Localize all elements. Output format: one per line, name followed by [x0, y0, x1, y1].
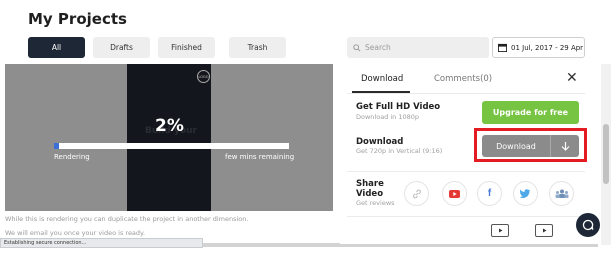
search-placeholder: Search	[365, 43, 391, 52]
render-progress-fill	[54, 143, 59, 149]
tab-finished[interactable]: Finished	[158, 37, 215, 58]
render-progress-bar	[54, 143, 289, 149]
download-button[interactable]: Download	[482, 135, 579, 157]
search-icon	[353, 43, 361, 52]
browser-status-bar: Establishing secure connection...	[0, 238, 203, 248]
video-preview: LOGO Build your 2% Rendering few mins re…	[5, 64, 333, 211]
facebook-icon[interactable]: f	[477, 181, 502, 206]
rendering-label: Rendering	[54, 153, 90, 161]
share-subtitle: Get reviews	[356, 199, 395, 207]
twitter-icon[interactable]	[513, 181, 538, 206]
full-hd-title: Get Full HD Video	[356, 102, 441, 112]
email-note: We will email you once your video is rea…	[5, 229, 146, 237]
share-title: Share Video	[356, 179, 384, 199]
download-arrow-icon[interactable]	[551, 141, 579, 151]
tab-all[interactable]: All	[28, 37, 85, 58]
calendar-icon	[498, 43, 507, 52]
chat-icon[interactable]	[576, 213, 600, 237]
render-progress-percent: 2%	[155, 116, 184, 136]
panel-divider	[347, 171, 585, 172]
panel-divider	[347, 216, 585, 217]
tab-comments[interactable]: Comments(0)	[434, 74, 492, 84]
date-range-value: 01 Jul, 2017 - 29 Apr	[511, 43, 584, 52]
close-icon[interactable]: ✕	[566, 71, 578, 85]
project-tabs: All Drafts Finished Trash	[28, 37, 286, 58]
page-title: My Projects	[28, 10, 127, 28]
play-button[interactable]	[535, 224, 553, 237]
download-title: Download	[356, 137, 404, 147]
scrollbar-thumb[interactable]	[603, 124, 609, 184]
full-hd-subtitle: Download in 1080p	[356, 113, 420, 121]
rendering-note: While this is rendering you can duplicat…	[5, 215, 249, 223]
logo-badge: LOGO	[197, 70, 210, 83]
panel-divider	[347, 93, 585, 94]
date-range-picker[interactable]: 01 Jul, 2017 - 29 Apr	[492, 37, 585, 58]
time-remaining-label: few mins remaining	[225, 153, 295, 161]
tab-download[interactable]: Download	[361, 74, 403, 84]
video-frame	[127, 64, 211, 211]
tab-drafts[interactable]: Drafts	[93, 37, 150, 58]
youtube-icon[interactable]	[442, 181, 467, 206]
download-button-label: Download	[496, 141, 536, 151]
tab-trash[interactable]: Trash	[229, 37, 286, 58]
search-input[interactable]: Search	[347, 37, 489, 58]
download-subtitle: Get 720p in Vertical (9:16)	[356, 147, 443, 155]
vertical-scrollbar[interactable]	[601, 64, 611, 245]
link-icon[interactable]	[404, 181, 429, 206]
play-button[interactable]	[491, 224, 509, 237]
team-icon[interactable]	[549, 181, 574, 206]
upgrade-button[interactable]: Upgrade for free	[482, 101, 579, 124]
